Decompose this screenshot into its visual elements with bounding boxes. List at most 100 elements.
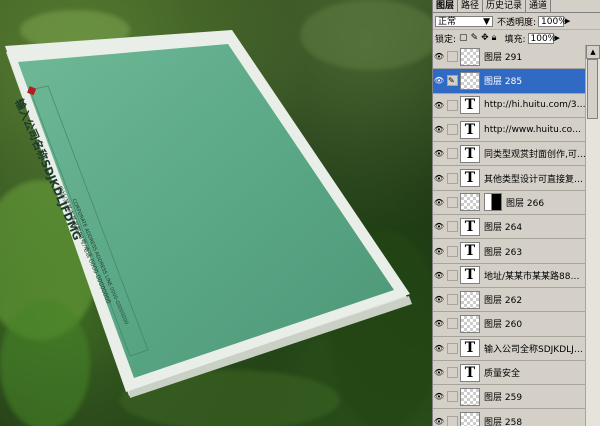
- layer-row[interactable]: 👁︎ T 图层 263: [433, 239, 587, 264]
- layer-name: 地址/某某市某某路88号/电...: [484, 271, 587, 282]
- layer-row[interactable]: 👁︎ T 图层 264: [433, 215, 587, 240]
- layer-name: 图层 266: [506, 198, 545, 209]
- layer-row[interactable]: 👁︎ T 质量安全: [433, 361, 587, 386]
- visibility-eye-icon[interactable]: 👁︎: [433, 247, 445, 256]
- layer-mask-thumbnail: [484, 193, 502, 212]
- visibility-eye-icon[interactable]: 👁︎: [433, 125, 445, 134]
- layer-link-icon[interactable]: [447, 221, 458, 233]
- layer-link-icon[interactable]: [447, 367, 458, 378]
- layer-name: 图层 285: [484, 77, 523, 88]
- layer-row[interactable]: 👁︎ Thttp://hi.huitu.com/37237...: [433, 94, 587, 118]
- layer-row[interactable]: 👁︎ Thttp://www.huitu.com/des...: [433, 118, 587, 143]
- layer-link-icon[interactable]: [447, 415, 458, 426]
- visibility-eye-icon[interactable]: 👁︎: [433, 76, 445, 85]
- visibility-eye-icon[interactable]: 👁︎: [433, 198, 445, 207]
- layer-name: 图层 264: [484, 223, 523, 234]
- chevron-down-icon: ▼: [483, 16, 490, 27]
- layer-thumbnail: [460, 314, 480, 333]
- layer-link-icon[interactable]: [447, 196, 458, 208]
- tab-history[interactable]: 历史记录: [483, 0, 527, 12]
- lock-transparent-icon[interactable]: ▢: [459, 33, 468, 43]
- layer-name: http://www.huitu.com/des...: [484, 124, 587, 135]
- layer-row[interactable]: 👁︎ 图层 266: [433, 191, 587, 216]
- layers-panel: 图层 路径 历史记录 通道 正常 ▼ 不透明度: 100% ▶ 锁定: ▢ ✎ …: [432, 0, 600, 426]
- layer-name: 质量安全: [484, 369, 521, 379]
- text-layer-thumbnail: T: [460, 339, 480, 358]
- layer-row[interactable]: 👁︎ T 地址/某某市某某路88号/电...: [433, 264, 587, 288]
- visibility-eye-icon[interactable]: 👁︎: [433, 101, 445, 110]
- layer-list-scrollbar[interactable]: ▲: [585, 45, 600, 426]
- scroll-up-icon[interactable]: ▲: [586, 45, 600, 59]
- layer-name: 图层 263: [484, 247, 523, 258]
- layer-thumbnail: [460, 71, 480, 90]
- opacity-arrow-icon[interactable]: ▶: [565, 17, 570, 25]
- layer-row[interactable]: 👁︎ T 其他类型设计可直接复制以...: [433, 166, 587, 191]
- layer-name: 图层 291: [484, 53, 523, 64]
- visibility-eye-icon[interactable]: 👁︎: [433, 392, 445, 401]
- fill-arrow-icon[interactable]: ▶: [555, 34, 560, 42]
- layer-name: http://hi.huitu.com/37237...: [484, 100, 587, 111]
- layer-link-icon[interactable]: ✎: [447, 75, 458, 87]
- visibility-eye-icon[interactable]: 👁︎: [433, 52, 445, 61]
- scrollbar-thumb[interactable]: [587, 59, 598, 119]
- blend-mode-value: 正常: [438, 16, 457, 27]
- layer-name: 图层 260: [484, 320, 523, 331]
- lock-all-icon[interactable]: 🔒︎: [492, 33, 497, 43]
- visibility-eye-icon[interactable]: 👁︎: [433, 319, 445, 328]
- layer-link-icon[interactable]: [447, 172, 458, 184]
- panel-tabs: 图层 路径 历史记录 通道: [433, 0, 600, 13]
- layer-row[interactable]: 👁︎ 图层 258: [433, 409, 587, 426]
- blend-row: 正常 ▼ 不透明度: 100% ▶: [433, 13, 600, 30]
- layer-link-icon[interactable]: [447, 342, 458, 354]
- layer-link-icon[interactable]: [447, 318, 458, 330]
- tab-paths[interactable]: 路径: [458, 0, 484, 12]
- tab-layers[interactable]: 图层: [433, 0, 459, 12]
- layer-row[interactable]: 👁︎ T 同类型观赏封面创作,可直接...: [433, 142, 587, 167]
- layer-thumbnail: [460, 193, 480, 212]
- layer-link-icon[interactable]: [447, 269, 458, 281]
- visibility-eye-icon[interactable]: 👁︎: [433, 271, 445, 280]
- lock-brush-icon[interactable]: ✎: [471, 33, 479, 43]
- text-layer-thumbnail: T: [460, 242, 480, 261]
- layer-link-icon[interactable]: [447, 391, 458, 403]
- layer-link-icon[interactable]: [447, 124, 458, 136]
- tab-channels[interactable]: 通道: [526, 0, 552, 12]
- layer-name: 同类型观赏封面创作,可直接...: [484, 150, 587, 161]
- layer-link-icon[interactable]: [447, 245, 458, 257]
- blend-mode-select[interactable]: 正常 ▼: [435, 15, 493, 27]
- text-layer-thumbnail: T: [460, 266, 480, 285]
- layer-name: 其他类型设计可直接复制以...: [484, 174, 587, 185]
- layer-row[interactable]: 👁︎ 图层 291: [433, 45, 587, 70]
- lock-move-icon[interactable]: ✥: [481, 33, 489, 43]
- layer-thumbnail: [460, 290, 480, 309]
- layer-link-icon[interactable]: [447, 294, 458, 306]
- layer-row[interactable]: 👁︎ T 输入公司全称SDJKDLJFDMG: [433, 337, 587, 361]
- layer-row[interactable]: 👁︎ 图层 262: [433, 288, 587, 313]
- layer-name: 图层 262: [484, 296, 523, 307]
- visibility-eye-icon[interactable]: 👁︎: [433, 417, 445, 426]
- layer-thumbnail: [460, 412, 480, 426]
- fill-label: 填充:: [504, 34, 526, 45]
- fill-input[interactable]: 100%: [527, 32, 556, 44]
- layer-link-icon[interactable]: [447, 51, 458, 63]
- layer-name: 图层 258: [484, 417, 523, 426]
- visibility-eye-icon[interactable]: 👁︎: [433, 174, 445, 183]
- text-layer-thumbnail: T: [460, 169, 480, 188]
- layer-name: 输入公司全称SDJKDLJFDMG: [484, 344, 587, 355]
- text-layer-thumbnail: T: [460, 120, 480, 139]
- layer-row[interactable]: 👁︎ 图层 260: [433, 312, 587, 337]
- text-layer-thumbnail: T: [460, 217, 480, 236]
- visibility-eye-icon[interactable]: 👁︎: [433, 344, 445, 353]
- visibility-eye-icon[interactable]: 👁︎: [433, 222, 445, 231]
- visibility-eye-icon[interactable]: 👁︎: [433, 295, 445, 304]
- visibility-eye-icon[interactable]: 👁︎: [433, 368, 445, 377]
- layer-list: 👁︎ 图层 291 👁︎ ✎ 图层 285 👁︎ Thttp://hi.huitu.com/…: [433, 45, 587, 426]
- layer-link-icon[interactable]: [447, 99, 458, 111]
- opacity-input[interactable]: 100%: [538, 15, 567, 27]
- text-layer-thumbnail: T: [460, 363, 480, 382]
- opacity-label: 不透明度:: [497, 17, 537, 28]
- layer-row[interactable]: 👁︎ 图层 259: [433, 385, 587, 410]
- layer-link-icon[interactable]: [447, 148, 458, 160]
- layer-row[interactable]: 👁︎ ✎ 图层 285: [433, 69, 587, 94]
- visibility-eye-icon[interactable]: 👁︎: [433, 149, 445, 158]
